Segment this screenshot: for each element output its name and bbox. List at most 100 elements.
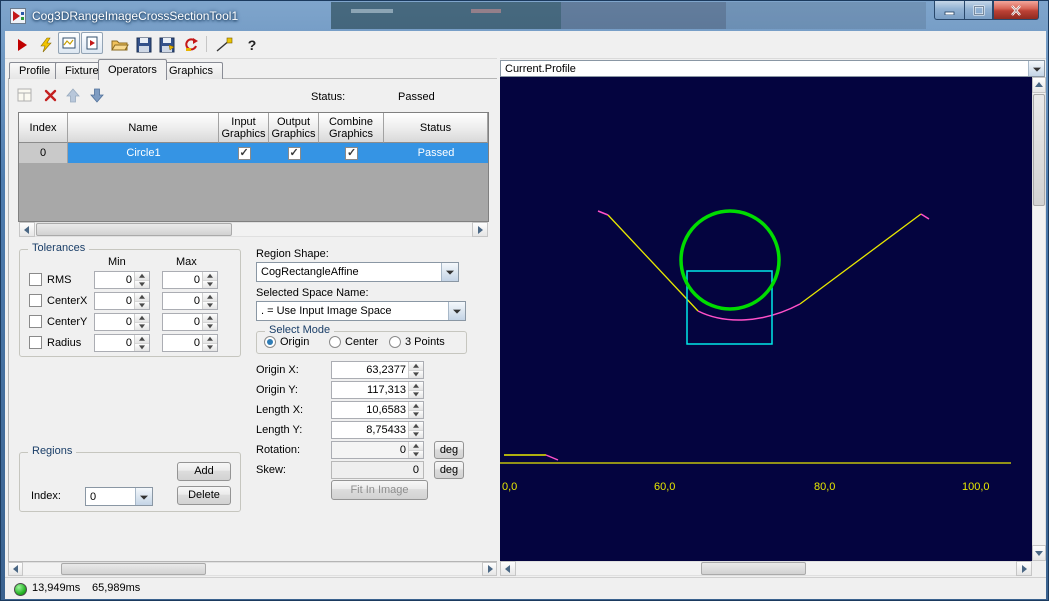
dropdown-button[interactable] [448,302,465,320]
display-vscroll-thumb[interactable] [1033,94,1045,206]
spin-up-icon[interactable] [409,362,423,371]
move-down-button[interactable] [88,86,106,104]
spin-up-icon[interactable] [135,293,149,302]
output-graphics-checkbox[interactable] [288,147,301,160]
spin-up-icon[interactable] [203,272,217,281]
three-points-radio-label[interactable]: 3 Points [405,336,445,348]
length-x-value[interactable]: 10,6583 [366,404,406,416]
radius-min-value[interactable]: 0 [126,337,132,349]
origin-radio-label[interactable]: Origin [280,336,309,348]
spin-down-icon[interactable] [135,302,149,310]
open-button[interactable] [109,34,131,56]
spin-up-icon[interactable] [135,335,149,344]
centerx-min-spinner[interactable]: 0 [94,292,150,310]
new-operator-button[interactable] [15,86,33,104]
dropdown-button[interactable] [441,263,458,281]
origin-x-field[interactable]: 63,2377 [331,361,424,379]
header-input-graphics[interactable]: Input Graphics [219,113,269,143]
header-output-graphics[interactable]: Output Graphics [269,113,319,143]
spin-up-icon[interactable] [135,314,149,323]
centery-max-spinner[interactable]: 0 [162,313,218,331]
left-scroll-thumb[interactable] [61,563,206,575]
minimize-button[interactable] [934,1,964,20]
header-status[interactable]: Status [384,113,488,143]
display-scroll-up-button[interactable] [1032,77,1046,93]
centery-checkbox[interactable] [29,315,42,328]
move-up-button[interactable] [64,86,82,104]
three-points-radio[interactable] [389,336,401,348]
table-scroll-left-button[interactable] [19,222,35,237]
profile-display[interactable]: 0,0 60,0 80,0 100,0 [500,77,1032,561]
spin-up-icon[interactable] [409,442,423,451]
tab-operators[interactable]: Operators [98,59,167,80]
skew-deg-button[interactable]: deg [434,461,464,479]
spin-down-icon[interactable] [203,344,217,352]
table-scroll-right-button[interactable] [472,222,488,237]
input-graphics-checkbox[interactable] [238,147,251,160]
spin-down-icon[interactable] [203,302,217,310]
spin-down-icon[interactable] [135,323,149,331]
origin-y-value[interactable]: 117,313 [367,384,406,396]
centerx-max-spinner[interactable]: 0 [162,292,218,310]
display-hscroll-thumb[interactable] [701,562,806,575]
spin-down-icon[interactable] [409,411,423,419]
centerx-checkbox[interactable] [29,294,42,307]
region-shape-select[interactable]: CogRectangleAffine [256,262,459,282]
rms-min-value[interactable]: 0 [126,274,132,286]
spin-down-icon[interactable] [409,391,423,399]
radius-min-spinner[interactable]: 0 [94,334,150,352]
table-scroll-thumb[interactable] [36,223,232,236]
run-button[interactable] [11,34,33,56]
fit-in-image-button[interactable]: Fit In Image [331,480,428,500]
title-bar[interactable]: Cog3DRangeImageCrossSectionTool1 [1,1,1048,31]
spin-down-icon[interactable] [409,451,423,459]
close-button[interactable] [993,1,1039,20]
cell-index[interactable]: 0 [19,143,68,163]
length-y-field[interactable]: 8,75433 [331,421,424,439]
header-combine-graphics[interactable]: Combine Graphics [319,113,384,143]
origin-x-value[interactable]: 63,2377 [366,364,406,376]
rotation-value[interactable]: 0 [400,444,406,456]
space-name-select[interactable]: . = Use Input Image Space [256,301,466,321]
centerx-min-value[interactable]: 0 [126,295,132,307]
cell-status[interactable]: Passed [384,143,488,163]
region-index-select[interactable]: 0 [85,487,153,506]
record-display-button[interactable] [81,32,103,54]
delete-operator-button[interactable] [41,86,59,104]
left-scroll-right-button[interactable] [482,562,497,576]
live-display-button[interactable] [58,32,80,54]
spin-down-icon[interactable] [203,281,217,289]
reset-button[interactable] [180,34,202,56]
cell-name[interactable]: Circle1 [68,143,219,163]
save-button[interactable] [133,34,155,56]
centery-min-spinner[interactable]: 0 [94,313,150,331]
length-y-value[interactable]: 8,75433 [366,424,406,436]
centery-max-value[interactable]: 0 [194,316,200,328]
trigger-button[interactable] [35,34,57,56]
length-x-field[interactable]: 10,6583 [331,401,424,419]
left-scroll-left-button[interactable] [8,562,23,576]
spin-up-icon[interactable] [203,293,217,302]
save-image-button[interactable] [156,34,178,56]
rotation-field[interactable]: 0 [331,441,424,459]
spin-down-icon[interactable] [409,431,423,439]
spin-up-icon[interactable] [409,422,423,431]
rotation-deg-button[interactable]: deg [434,441,464,459]
spin-down-icon[interactable] [135,344,149,352]
center-radio[interactable] [329,336,341,348]
display-scroll-left-button[interactable] [500,561,516,576]
rms-max-spinner[interactable]: 0 [162,271,218,289]
dropdown-button[interactable] [135,488,152,505]
spin-down-icon[interactable] [135,281,149,289]
add-region-button[interactable]: Add [177,462,231,481]
header-name[interactable]: Name [68,113,219,143]
rms-max-value[interactable]: 0 [194,274,200,286]
slope-tool-button[interactable] [213,34,235,56]
rms-min-spinner[interactable]: 0 [94,271,150,289]
profile-selector[interactable]: Current.Profile [500,60,1045,77]
display-scroll-down-button[interactable] [1032,545,1046,561]
spin-up-icon[interactable] [203,314,217,323]
spin-up-icon[interactable] [203,335,217,344]
spin-down-icon[interactable] [409,371,423,379]
origin-radio[interactable] [264,336,276,348]
